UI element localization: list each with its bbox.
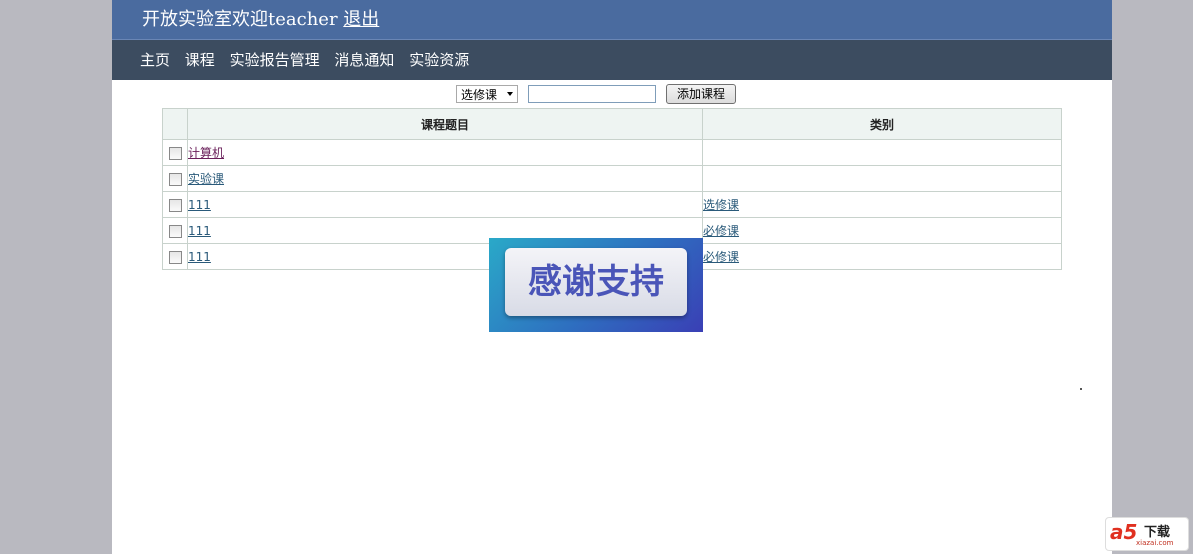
course-category-cell xyxy=(702,165,1062,192)
course-category-link[interactable]: 必修课 xyxy=(703,224,739,238)
title-bar: 开放实验室欢迎teacher 退出 xyxy=(112,0,1112,40)
nav-item-home[interactable]: 主页 xyxy=(140,51,170,69)
course-type-select[interactable]: 选修课 xyxy=(456,85,518,103)
page-container: 开放实验室欢迎teacher 退出 主页 课程 实验报告管理 消息通知 实验资源… xyxy=(112,0,1112,554)
logout-link[interactable]: 退出 xyxy=(343,9,379,30)
page-title: 开放实验室欢迎teacher xyxy=(142,9,338,30)
nav-item-report-management[interactable]: 实验报告管理 xyxy=(230,51,320,69)
row-checkbox[interactable] xyxy=(168,250,182,264)
thanks-banner-text: 感谢支持 xyxy=(505,248,687,316)
a5-watermark-logo: a5 下载 xiazai.com xyxy=(1105,517,1189,551)
course-title-cell: 实验课 xyxy=(187,165,703,192)
nav-item-courses[interactable]: 课程 xyxy=(185,51,215,69)
table-row: 计算机 xyxy=(162,139,1062,166)
row-checkbox-cell xyxy=(162,243,188,270)
chevron-down-icon xyxy=(507,92,513,96)
course-title-cell: 111 xyxy=(187,191,703,218)
column-header-title: 课程题目 xyxy=(187,108,703,140)
course-category-cell xyxy=(702,139,1062,166)
course-type-select-value: 选修课 xyxy=(461,88,498,102)
a5-logo-subtext: xiazai.com xyxy=(1136,539,1174,547)
row-checkbox-cell xyxy=(162,139,188,166)
table-header-checkbox-column xyxy=(162,108,188,140)
table-row: 实验课 xyxy=(162,165,1062,192)
course-title-cell: 计算机 xyxy=(187,139,703,166)
a5-logo-text: 下载 xyxy=(1144,525,1171,540)
nav-bar: 主页 课程 实验报告管理 消息通知 实验资源 xyxy=(112,40,1112,80)
table-header-row: 课程题目 类别 xyxy=(162,108,1062,140)
row-checkbox-cell xyxy=(162,217,188,244)
nav-item-notifications[interactable]: 消息通知 xyxy=(334,51,394,69)
course-title-link[interactable]: 实验课 xyxy=(188,172,224,186)
thanks-banner: 感谢支持 xyxy=(489,238,703,332)
nav-item-resources[interactable]: 实验资源 xyxy=(409,51,469,69)
row-checkbox-cell xyxy=(162,191,188,218)
row-checkbox[interactable] xyxy=(168,172,182,186)
course-name-input[interactable] xyxy=(528,85,656,103)
course-title-link[interactable]: 111 xyxy=(188,224,211,238)
row-checkbox[interactable] xyxy=(168,198,182,212)
stray-dot xyxy=(1080,388,1082,390)
add-course-button[interactable]: 添加课程 xyxy=(666,84,736,104)
course-title-link[interactable]: 计算机 xyxy=(188,146,224,160)
row-checkbox-cell xyxy=(162,165,188,192)
course-toolbar: 选修课 添加课程 xyxy=(112,84,1112,106)
course-category-cell: 选修课 xyxy=(702,191,1062,218)
course-category-cell: 必修课 xyxy=(702,243,1062,270)
row-checkbox[interactable] xyxy=(168,146,182,160)
course-title-link[interactable]: 111 xyxy=(188,198,211,212)
course-category-cell: 必修课 xyxy=(702,217,1062,244)
row-checkbox[interactable] xyxy=(168,224,182,238)
course-category-link[interactable]: 必修课 xyxy=(703,250,739,264)
table-row: 111 选修课 xyxy=(162,191,1062,218)
column-header-category: 类别 xyxy=(702,108,1062,140)
course-title-link[interactable]: 111 xyxy=(188,250,211,264)
course-category-link[interactable]: 选修课 xyxy=(703,198,739,212)
